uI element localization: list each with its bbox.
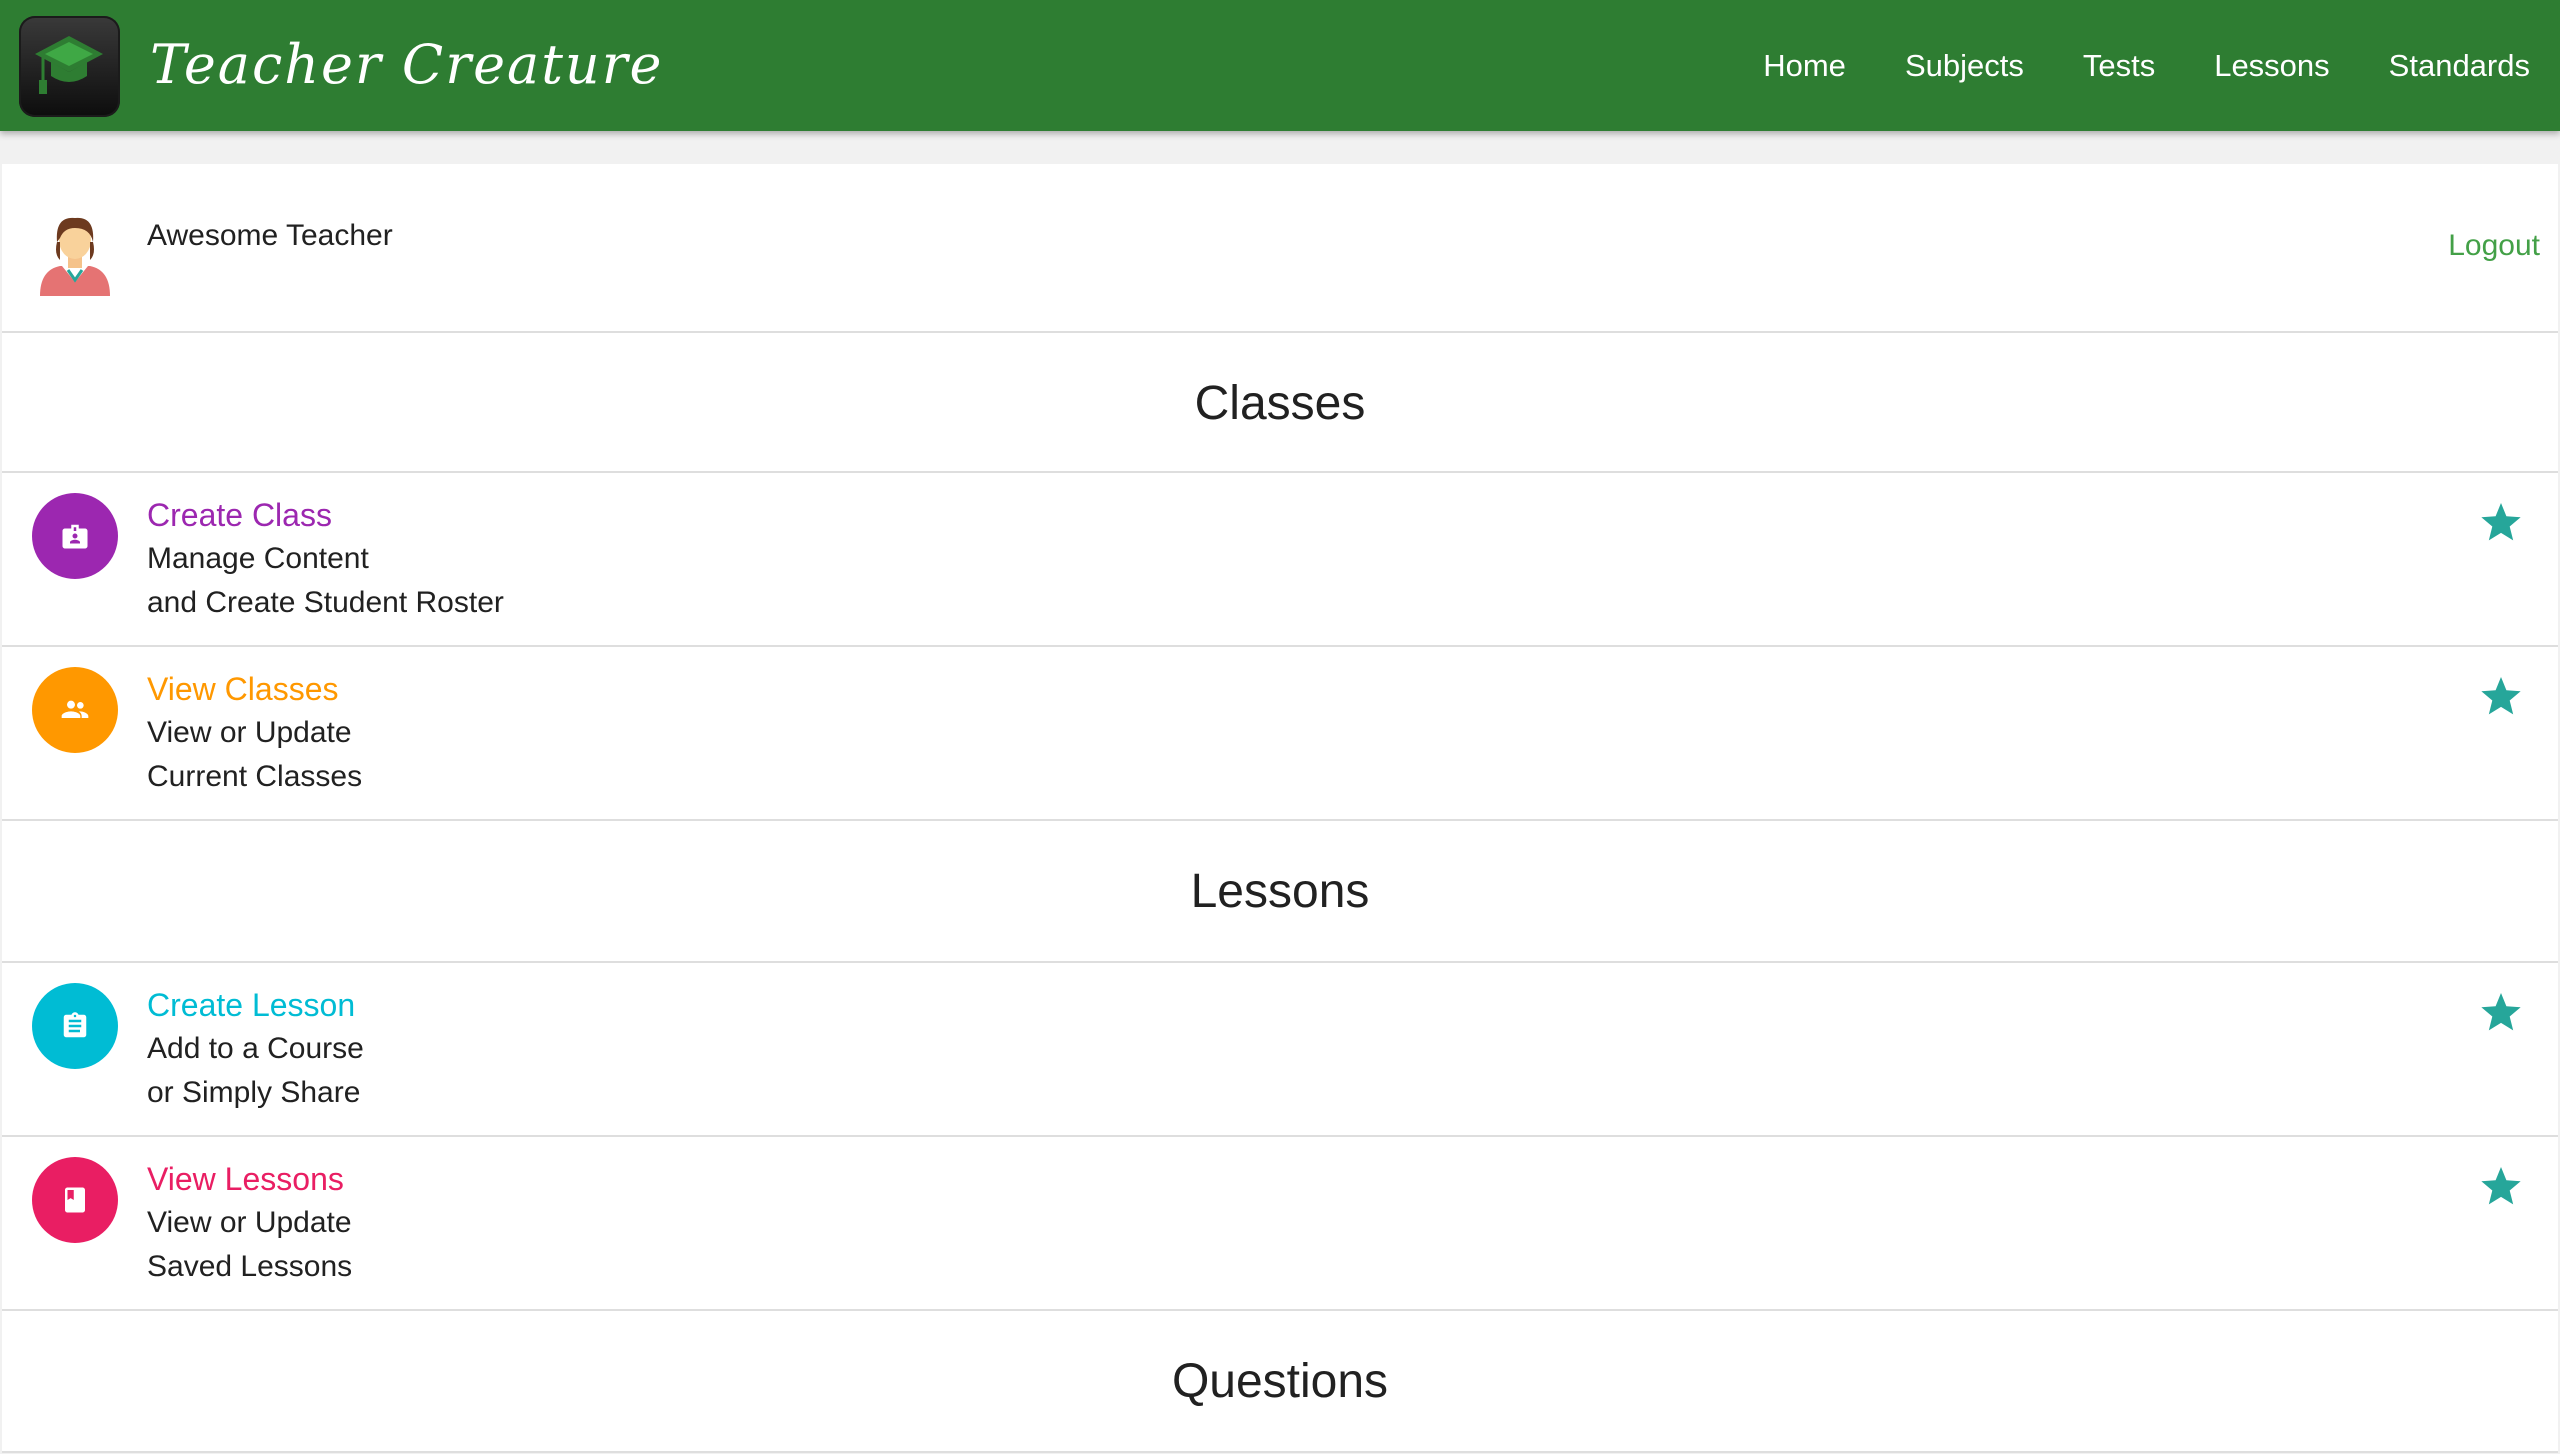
item-subtitle: Saved Lessons bbox=[147, 1250, 353, 1283]
nav-home[interactable]: Home bbox=[1763, 48, 1846, 84]
app-title[interactable]: Teacher Creature bbox=[150, 30, 663, 100]
section-heading-questions: Questions bbox=[2, 1311, 2558, 1451]
contact-badge-icon bbox=[32, 493, 118, 579]
item-subtitle: Add to a Course bbox=[147, 1032, 364, 1065]
nav-lessons[interactable]: Lessons bbox=[2214, 48, 2329, 84]
dashboard-content: Awesome Teacher Logout Classes Create Cl… bbox=[0, 131, 2560, 1454]
item-subtitle: Current Classes bbox=[147, 760, 363, 793]
item-subtitle: View or Update bbox=[147, 716, 352, 749]
teacher-avatar-icon bbox=[38, 214, 112, 301]
item-subtitle: and Create Student Roster bbox=[147, 586, 504, 619]
item-subtitle: or Simply Share bbox=[147, 1076, 361, 1109]
favorite-star-icon[interactable] bbox=[2480, 503, 2522, 548]
favorite-star-icon[interactable] bbox=[2480, 993, 2522, 1038]
list-item-view-classes[interactable]: View Classes View or Update Current Clas… bbox=[2, 647, 2558, 819]
people-icon bbox=[32, 667, 118, 753]
favorite-star-icon[interactable] bbox=[2480, 677, 2522, 722]
section-heading-lessons: Lessons bbox=[2, 821, 2558, 961]
clipboard-icon bbox=[32, 983, 118, 1069]
view-classes-link[interactable]: View Classes bbox=[147, 667, 338, 711]
divider bbox=[2, 1451, 2558, 1453]
logout-link[interactable]: Logout bbox=[2448, 229, 2540, 263]
nav-subjects[interactable]: Subjects bbox=[1905, 48, 2024, 84]
create-class-link[interactable]: Create Class bbox=[147, 493, 332, 537]
nav-tests[interactable]: Tests bbox=[2083, 48, 2155, 84]
view-lessons-link[interactable]: View Lessons bbox=[147, 1157, 344, 1201]
list-item-create-class[interactable]: Create Class Manage Content and Create S… bbox=[2, 473, 2558, 645]
item-subtitle: View or Update bbox=[147, 1206, 352, 1239]
nav-standards[interactable]: Standards bbox=[2389, 48, 2530, 84]
section-heading-classes: Classes bbox=[2, 333, 2558, 473]
user-card: Awesome Teacher Logout bbox=[2, 164, 2558, 331]
book-icon bbox=[32, 1157, 118, 1243]
list-item-view-lessons[interactable]: View Lessons View or Update Saved Lesson… bbox=[2, 1137, 2558, 1309]
user-name: Awesome Teacher bbox=[147, 219, 393, 252]
top-app-bar: Teacher Creature Home Subjects Tests Les… bbox=[0, 0, 2560, 131]
favorite-star-icon[interactable] bbox=[2480, 1167, 2522, 1212]
item-subtitle: Manage Content bbox=[147, 542, 369, 575]
app-logo-icon[interactable] bbox=[19, 16, 120, 117]
create-lesson-link[interactable]: Create Lesson bbox=[147, 983, 355, 1027]
list-item-create-lesson[interactable]: Create Lesson Add to a Course or Simply … bbox=[2, 963, 2558, 1135]
main-nav: Home Subjects Tests Lessons Standards bbox=[1704, 0, 2530, 131]
